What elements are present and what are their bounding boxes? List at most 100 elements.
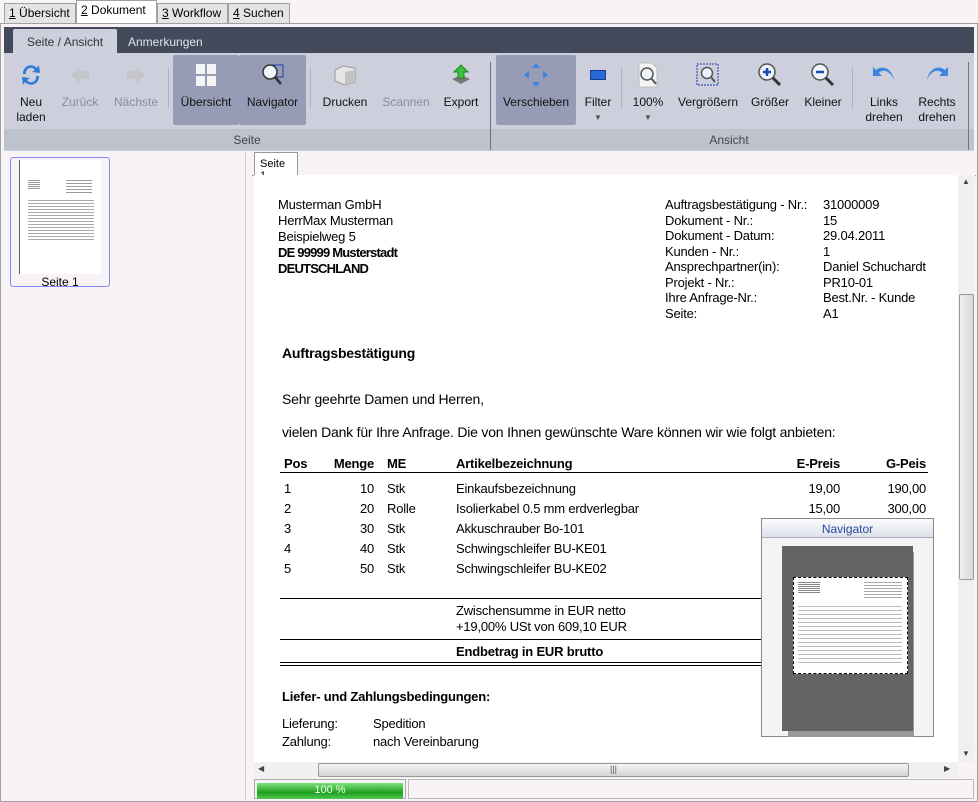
scroll-right-icon[interactable]: ▶ (944, 764, 950, 773)
zoom-out-button[interactable]: Kleiner (800, 55, 846, 125)
thumbnail-label: Seite 1 (41, 275, 79, 289)
scroll-thumb[interactable] (959, 294, 974, 580)
ribbon-tab-seite-ansicht[interactable]: Seite / Ansicht (13, 29, 118, 53)
meta-value: A1 (823, 305, 839, 321)
greeting: Sehr geehrte Damen und Herren, (282, 391, 484, 407)
address-line: DEUTSCHLAND (278, 261, 369, 276)
print-button[interactable]: Drucken (318, 55, 372, 125)
scroll-down-icon[interactable]: ▼ (962, 749, 970, 758)
address-line: HerrMax Musterman (278, 213, 394, 228)
meta-label: Ansprechpartner(in): (665, 259, 780, 274)
meta-label: Dokument - Datum: (665, 228, 775, 243)
filter-button[interactable]: Filter ▼ (580, 55, 616, 125)
navigator-button[interactable]: Navigator (239, 55, 306, 125)
table-cell: 50 (359, 561, 374, 576)
button-label: Filter (584, 95, 612, 109)
ribbon-tab-anmerkungen[interactable]: Anmerkungen (114, 29, 217, 53)
filter-icon (580, 55, 616, 95)
button-label: Links (869, 95, 898, 109)
table-rule (280, 472, 928, 473)
table-cell: 40 (359, 541, 374, 556)
table-cell: 19,00 (808, 481, 840, 496)
tab-label: Suchen (243, 6, 284, 20)
tab-dokument[interactable]: 2 Dokument (76, 0, 157, 23)
rotate-left-button[interactable]: Links drehen (862, 55, 906, 125)
tab-label: Dokument (91, 3, 146, 17)
page-thumbnail[interactable]: Seite 1 (10, 157, 110, 289)
tab-key: 3 (162, 6, 169, 20)
zoom-area-button[interactable]: Vergrößern (674, 55, 742, 125)
table-cell: 190,00 (887, 481, 926, 496)
column-header: E-Preis (796, 456, 841, 471)
meta-label: Seite: (665, 305, 698, 321)
arrow-left-icon (58, 55, 102, 95)
terms-label: Zahlung: (282, 734, 331, 749)
tab-uebersicht[interactable]: 1 Übersicht (4, 3, 76, 23)
next-button[interactable]: Nächste (110, 55, 162, 125)
chevron-down-icon: ▼ (644, 113, 652, 122)
scanner-icon (378, 55, 434, 95)
table-cell: Stk (387, 541, 406, 556)
column-header: Pos (284, 456, 308, 471)
tab-workflow[interactable]: 3 Workflow (157, 3, 228, 23)
zoom-100-button[interactable]: 100% ▼ (628, 55, 668, 125)
table-cell: Isolierkabel 0.5 mm erdverlegbar (456, 501, 639, 516)
navigator-icon (239, 55, 306, 95)
tab-suchen[interactable]: 4 Suchen (228, 3, 290, 23)
table-cell: Akkuschrauber Bo-101 (456, 521, 585, 536)
button-label: drehen (918, 110, 956, 124)
overview-button[interactable]: Übersicht (173, 55, 239, 125)
meta-label: Auftragsbestätigung - Nr.: (665, 197, 808, 212)
terms-title: Liefer- und Zahlungsbedingungen: (282, 689, 491, 704)
button-label: Übersicht (180, 95, 232, 109)
table-cell: 20 (359, 501, 374, 516)
button-label: Export (443, 95, 479, 109)
button-label: Verschieben (502, 95, 570, 109)
tab-seite-1[interactable]: Seite 1 (254, 152, 298, 182)
vertical-scrollbar[interactable]: ▲ ▼ (958, 175, 975, 762)
scroll-thumb[interactable]: ||| (318, 763, 909, 777)
meta-value: Daniel Schuchardt (823, 259, 926, 274)
scan-button[interactable]: Scannen (378, 55, 434, 125)
reload-button[interactable]: Neu laden (8, 55, 54, 125)
button-label: 100% (632, 95, 664, 109)
zoom-in-button[interactable]: Größer (748, 55, 792, 125)
export-button[interactable]: Export (438, 55, 484, 125)
subtotal-label: Zwischensumme in EUR netto (456, 603, 626, 618)
intro-text: vielen Dank für Ihre Anfrage. Die von Ih… (282, 424, 836, 440)
column-header: G-Peis (886, 456, 926, 471)
group-label-ansicht: Ansicht (709, 133, 749, 147)
button-label: drehen (865, 110, 903, 124)
meta-label: Dokument - Nr.: (665, 212, 754, 228)
group-divider (968, 62, 969, 150)
rotate-left-icon (862, 55, 906, 95)
scroll-left-icon[interactable]: ◀ (258, 764, 264, 773)
document-title: Auftragsbestätigung (282, 345, 416, 361)
table-cell: 5 (284, 561, 292, 576)
button-label: Drucken (322, 95, 368, 109)
table-cell: Stk (387, 561, 406, 576)
table-cell: Stk (387, 521, 406, 536)
terms-label: Lieferung: (282, 716, 338, 731)
move-icon (496, 55, 576, 95)
thumbnails-icon (173, 55, 239, 95)
arrow-right-icon (110, 55, 162, 95)
button-label: Nächste (113, 95, 159, 109)
horizontal-scrollbar[interactable]: ◀ ||| ▶ (254, 762, 958, 778)
scroll-up-icon[interactable]: ▲ (962, 177, 970, 186)
back-button[interactable]: Zurück (58, 55, 102, 125)
rotate-right-button[interactable]: Rechts drehen (914, 55, 960, 125)
tab-key: 2 (81, 3, 88, 17)
address-line: Beispielweg 5 (278, 229, 356, 244)
meta-value: Best.Nr. - Kunde (823, 290, 916, 305)
button-label: Kleiner (804, 95, 842, 109)
meta-value: 29.04.2011 (823, 228, 886, 243)
navigator-title: Navigator (762, 519, 933, 538)
table-cell: 300,00 (887, 501, 926, 516)
tab-key: 4 (233, 6, 240, 20)
navigator-viewport[interactable] (793, 577, 908, 674)
button-label: Neu (19, 95, 42, 109)
navigator-panel[interactable]: Navigator (761, 518, 934, 737)
move-button[interactable]: Verschieben (496, 55, 576, 125)
export-icon (438, 55, 484, 95)
